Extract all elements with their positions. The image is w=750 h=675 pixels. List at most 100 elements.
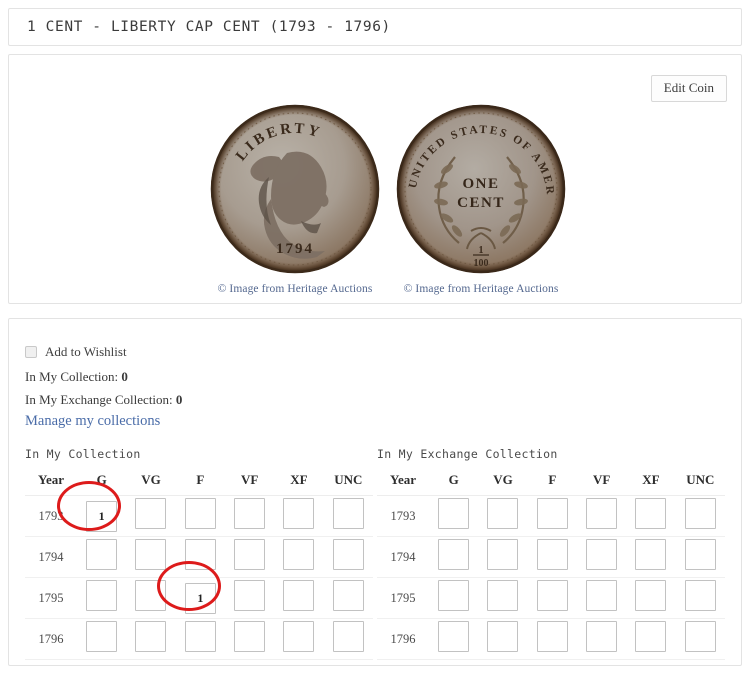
grade-input-1793-unc[interactable] [684,498,716,529]
in-my-collection-stat: In My Collection: 0 [25,369,128,385]
grade-input-1796-vf[interactable] [234,621,266,652]
table-header-row: Year G VG F VF XF UNC [377,468,725,496]
grade-input-1796-unc[interactable] [684,621,716,652]
svg-text:ONE: ONE [462,176,499,192]
grade-input-1796-vg[interactable] [135,621,167,652]
grade-input-1793-vg[interactable] [135,498,167,529]
grade-input-1793-f[interactable] [536,498,568,529]
table-row: 1796 [377,618,725,660]
grade-input-1796-vf[interactable] [586,621,618,652]
table-row: 1794 [25,536,373,578]
grade-cell [274,536,324,578]
grade-input-1794-vg[interactable] [135,539,167,570]
grade-input-1794-vf[interactable] [586,539,618,570]
grade-cell [323,536,373,578]
grade-input-1794-xf[interactable] [283,539,315,570]
grade-input-1796-vg[interactable] [487,621,519,652]
grade-input-1796-xf[interactable] [283,621,315,652]
column-header-vg: VG [478,468,528,496]
grade-input-1796-unc[interactable] [332,621,364,652]
year-cell: 1794 [25,536,77,578]
grade-input-1796-f[interactable] [184,621,216,652]
in-my-collection-label: In My Collection: [25,369,119,384]
grade-cell [527,577,577,619]
grade-cell: 1 [77,495,127,537]
table-row: 1794 [377,536,725,578]
grade-cell [675,536,725,578]
coin-obverse-credit[interactable]: © Image from Heritage Auctions [205,283,385,295]
add-to-wishlist-checkbox[interactable] [25,346,37,358]
grade-input-1793-unc[interactable] [332,498,364,529]
grade-input-1794-unc[interactable] [684,539,716,570]
my-exchange-collection-table-block: In My Exchange Collection Year G VG F VF XF UN… [377,447,725,660]
grade-cell [626,495,676,537]
year-cell: 1794 [377,536,429,578]
grade-input-1794-g[interactable] [438,539,470,570]
svg-text:CENT: CENT [457,195,505,211]
coin-reverse-image[interactable]: UNITED STATES OF AMERICA [395,103,567,275]
grade-input-1793-vf[interactable] [234,498,266,529]
coin-reverse-credit[interactable]: © Image from Heritage Auctions [391,283,571,295]
grade-input-1795-vf[interactable] [586,580,618,611]
grade-input-1793-xf[interactable] [283,498,315,529]
grade-input-1795-f[interactable]: 1 [184,582,216,614]
grade-input-1795-vf[interactable] [234,580,266,611]
grade-cell [478,495,528,537]
grade-input-1793-vf[interactable] [586,498,618,529]
grade-cell [274,495,324,537]
edit-coin-button[interactable]: Edit Coin [650,75,727,103]
grade-cell [224,495,275,537]
column-header-g: G [429,468,479,496]
grade-input-1794-xf[interactable] [635,539,667,570]
svg-text:1794: 1794 [276,241,314,257]
coin-reverse-container: UNITED STATES OF AMERICA [391,103,571,295]
grade-input-1795-unc[interactable] [332,580,364,611]
grade-input-1793-vg[interactable] [487,498,519,529]
year-cell: 1793 [25,495,77,537]
grade-input-1796-f[interactable] [536,621,568,652]
grade-cell [626,618,676,660]
grade-input-1796-g[interactable] [86,621,118,652]
grade-input-1793-g[interactable]: 1 [86,500,118,532]
grade-cell [675,495,725,537]
column-header-f: F [175,468,225,496]
grade-cell [224,577,275,619]
coin-obverse-image[interactable]: LIBERTY 1794 [209,103,381,275]
year-cell: 1796 [25,618,77,660]
column-header-vf: VF [224,468,275,496]
grade-input-1794-vf[interactable] [234,539,266,570]
grade-input-1794-unc[interactable] [332,539,364,570]
grade-input-1795-xf[interactable] [635,580,667,611]
grade-input-1796-xf[interactable] [635,621,667,652]
grade-input-1796-g[interactable] [438,621,470,652]
grade-input-1795-g[interactable] [438,580,470,611]
grade-input-1795-unc[interactable] [684,580,716,611]
column-header-vf: VF [576,468,627,496]
year-cell: 1795 [377,577,429,619]
grade-input-1793-xf[interactable] [635,498,667,529]
grade-cell [429,577,479,619]
grade-input-1795-g[interactable] [86,580,118,611]
grade-input-1795-f[interactable] [536,580,568,611]
year-cell: 1796 [377,618,429,660]
grade-cell [77,536,127,578]
table-row: 1795 1 [25,577,373,619]
grade-cell [274,577,324,619]
grade-input-1795-vg[interactable] [135,580,167,611]
grade-input-1794-vg[interactable] [487,539,519,570]
grade-input-1795-xf[interactable] [283,580,315,611]
add-to-wishlist-label: Add to Wishlist [45,344,127,359]
grade-input-1794-f[interactable] [536,539,568,570]
grade-cell [675,618,725,660]
grade-input-1794-g[interactable] [86,539,118,570]
grade-cell [126,536,176,578]
table-header-row: Year G VG F VF XF UNC [25,468,373,496]
grade-input-1794-f[interactable] [184,539,216,570]
grade-cell [224,618,275,660]
column-header-unc: UNC [675,468,725,496]
manage-my-collections-link[interactable]: Manage my collections [25,413,160,430]
grade-input-1793-g[interactable] [438,498,470,529]
grade-input-1793-f[interactable] [184,498,216,529]
table-row: 1795 [377,577,725,619]
grade-input-1795-vg[interactable] [487,580,519,611]
